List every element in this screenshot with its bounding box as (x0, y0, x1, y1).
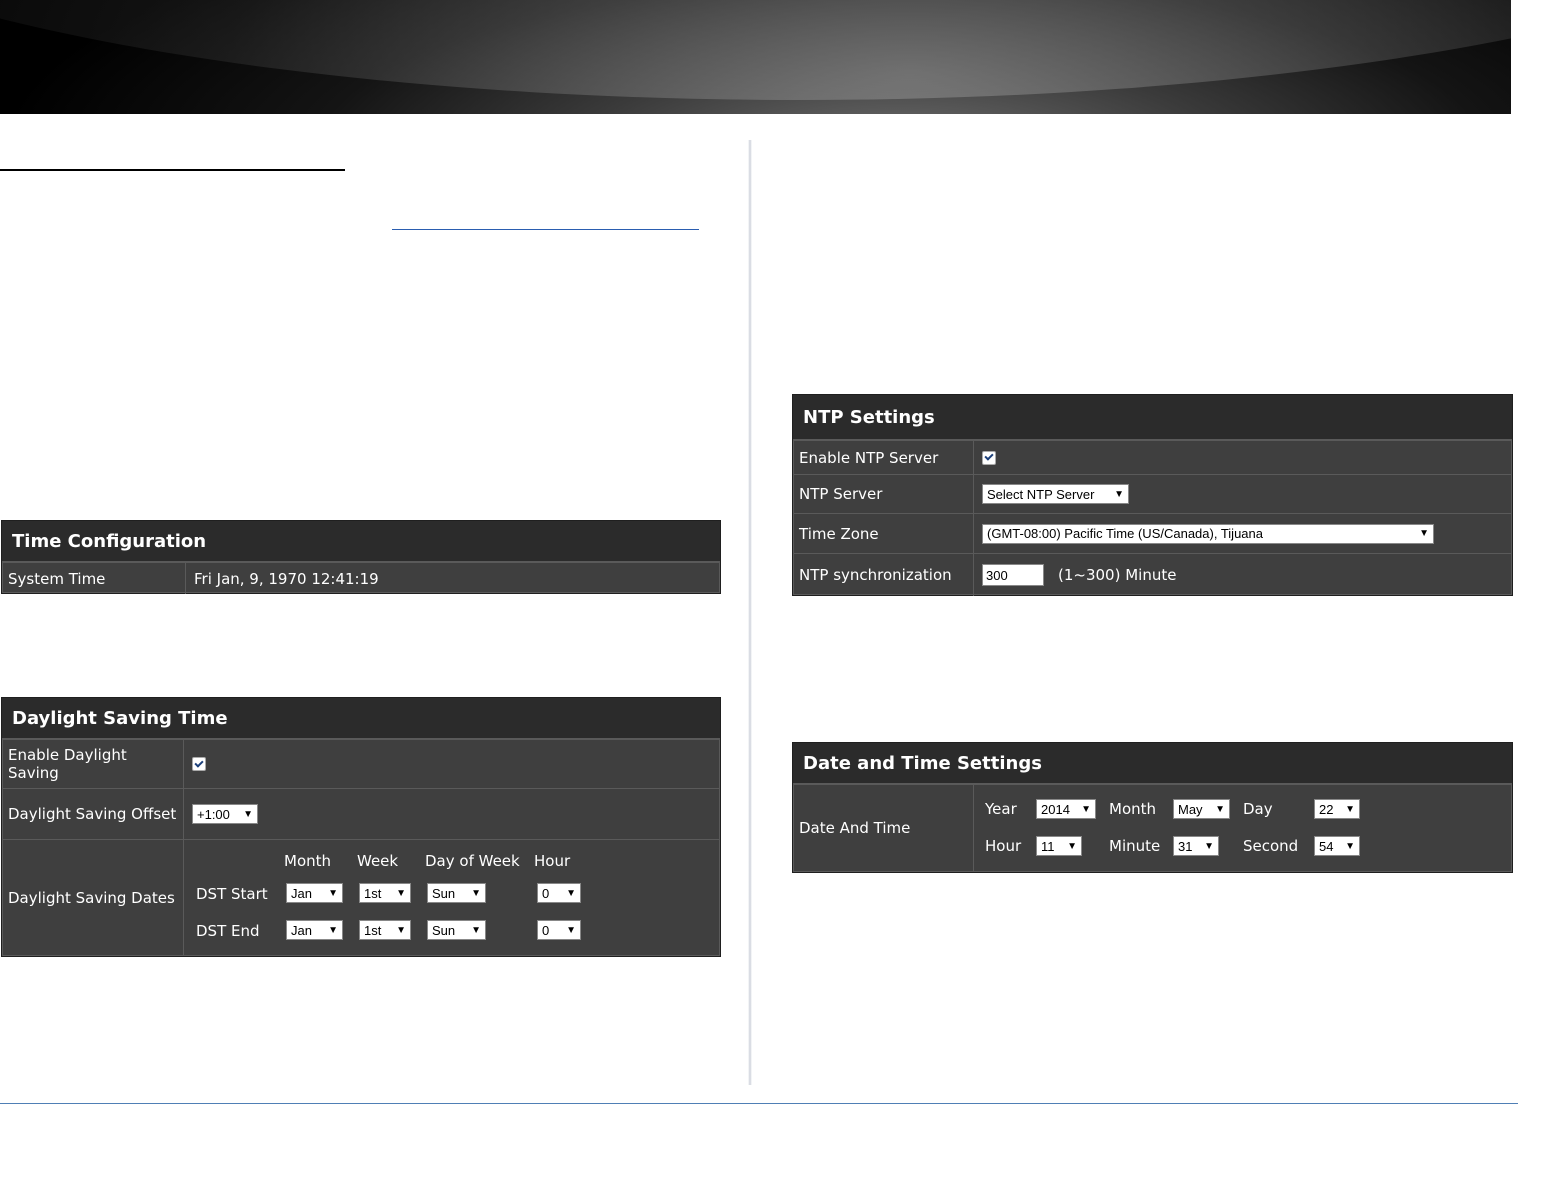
date-time-settings-panel: Date and Time Settings Date And Time Yea… (792, 742, 1513, 873)
enable-ntp-label: Enable NTP Server (793, 441, 974, 474)
dst-end-dow-select[interactable]: Sun ▼ (427, 920, 486, 940)
dst-offset-select[interactable]: +1:00 ▼ (192, 804, 258, 824)
dst-end-hour-select[interactable]: 0 ▼ (537, 920, 581, 940)
chevron-down-icon: ▼ (243, 808, 253, 820)
month-value: May (1178, 801, 1203, 817)
dst-start-month-value: Jan (291, 885, 312, 901)
column-divider (748, 140, 752, 1085)
panel-title: Daylight Saving Time (2, 698, 720, 739)
chevron-down-icon: ▼ (1419, 528, 1429, 539)
dst-start-week-value: 1st (364, 885, 382, 901)
dst-offset-label: Daylight Saving Offset (2, 789, 184, 839)
dst-end-dow-value: Sun (432, 922, 456, 938)
panel-title: Time Configuration (2, 521, 720, 562)
time-configuration-panel: Time Configuration System Time Fri Jan, … (1, 520, 721, 594)
minute-label: Minute (1109, 837, 1161, 855)
system-time-value: Fri Jan, 9, 1970 12:41:19 (194, 569, 379, 588)
col-month-header: Month (284, 852, 332, 870)
ntp-server-label: NTP Server (793, 475, 974, 513)
ntp-sync-input[interactable]: 300 (982, 564, 1044, 586)
header-banner (0, 0, 1511, 114)
day-select[interactable]: 22 ▼ (1314, 799, 1360, 819)
dst-start-hour-select[interactable]: 0 ▼ (537, 883, 581, 903)
chevron-down-icon: ▼ (1204, 840, 1214, 852)
ntp-sync-label: NTP synchronization (793, 554, 974, 596)
col-dow-header: Day of Week (425, 852, 520, 870)
dst-start-dow-select[interactable]: Sun ▼ (427, 883, 486, 903)
year-select[interactable]: 2014 ▼ (1036, 799, 1096, 819)
dst-end-hour-value: 0 (542, 922, 550, 938)
time-zone-value: (GMT-08:00) Pacific Time (US/Canada), Ti… (987, 526, 1263, 541)
dst-offset-value: +1:00 (197, 806, 230, 822)
hour-value: 11 (1041, 838, 1055, 854)
chevron-down-icon: ▼ (1114, 488, 1124, 500)
ntp-settings-panel: NTP Settings Enable NTP Server NTP Serve… (792, 394, 1513, 596)
footer-line (0, 1103, 1518, 1104)
dst-start-hour-value: 0 (542, 885, 550, 901)
hour-label: Hour (985, 837, 1022, 855)
dst-end-week-select[interactable]: 1st ▼ (359, 920, 411, 940)
chevron-down-icon: ▼ (566, 887, 576, 899)
chevron-down-icon: ▼ (1081, 803, 1091, 815)
chevron-down-icon: ▼ (1067, 840, 1077, 852)
chevron-down-icon: ▼ (1215, 803, 1225, 815)
enable-dst-label: Enable Daylight Saving (2, 740, 184, 788)
day-label: Day (1243, 800, 1273, 818)
daylight-saving-panel: Daylight Saving Time Enable Daylight Sav… (1, 697, 721, 957)
dst-start-dow-value: Sun (432, 885, 456, 901)
dst-dates-label: Daylight Saving Dates (2, 840, 184, 956)
second-value: 54 (1319, 838, 1334, 854)
dst-end-month-select[interactable]: Jan ▼ (286, 920, 343, 940)
col-week-header: Week (357, 852, 399, 870)
col-hour-header: Hour (534, 852, 571, 870)
chevron-down-icon: ▼ (328, 924, 338, 936)
chevron-down-icon: ▼ (396, 887, 406, 899)
minute-value: 31 (1178, 838, 1193, 854)
ntp-sync-unit: (1~300) Minute (1058, 566, 1177, 584)
year-label: Year (985, 800, 1017, 818)
chevron-down-icon: ▼ (1345, 803, 1355, 815)
chevron-down-icon: ▼ (566, 924, 576, 936)
banner-arc (0, 0, 1511, 100)
chevron-down-icon: ▼ (471, 887, 481, 899)
time-zone-label: Time Zone (793, 514, 974, 553)
time-zone-select[interactable]: (GMT-08:00) Pacific Time (US/Canada), Ti… (982, 523, 1434, 544)
panel-title: Date and Time Settings (793, 743, 1512, 784)
ntp-server-value: Select NTP Server (987, 486, 1095, 502)
year-value: 2014 (1041, 801, 1070, 817)
hyperlink-underline (392, 229, 699, 230)
date-time-label: Date And Time (793, 785, 974, 871)
ntp-server-select[interactable]: Select NTP Server ▼ (982, 484, 1129, 504)
hour-select[interactable]: 11 ▼ (1036, 836, 1082, 856)
system-time-label: System Time (2, 563, 186, 594)
enable-ntp-checkbox[interactable] (982, 450, 996, 465)
chevron-down-icon: ▼ (328, 887, 338, 899)
month-label: Month (1109, 800, 1157, 818)
second-label: Second (1243, 837, 1299, 855)
second-select[interactable]: 54 ▼ (1314, 836, 1360, 856)
chevron-down-icon: ▼ (471, 924, 481, 936)
section-heading-underline (0, 169, 345, 171)
month-select[interactable]: May ▼ (1173, 799, 1230, 819)
chevron-down-icon: ▼ (396, 924, 406, 936)
panel-title: NTP Settings (793, 395, 1512, 440)
dst-end-label: DST End (196, 922, 260, 940)
dst-end-week-value: 1st (364, 922, 382, 938)
enable-dst-checkbox[interactable] (192, 757, 206, 771)
day-value: 22 (1319, 801, 1334, 817)
minute-select[interactable]: 31 ▼ (1173, 836, 1219, 856)
dst-end-month-value: Jan (291, 922, 312, 938)
dst-start-label: DST Start (196, 885, 268, 903)
dst-start-week-select[interactable]: 1st ▼ (359, 883, 411, 903)
dst-start-month-select[interactable]: Jan ▼ (286, 883, 343, 903)
chevron-down-icon: ▼ (1345, 840, 1355, 852)
